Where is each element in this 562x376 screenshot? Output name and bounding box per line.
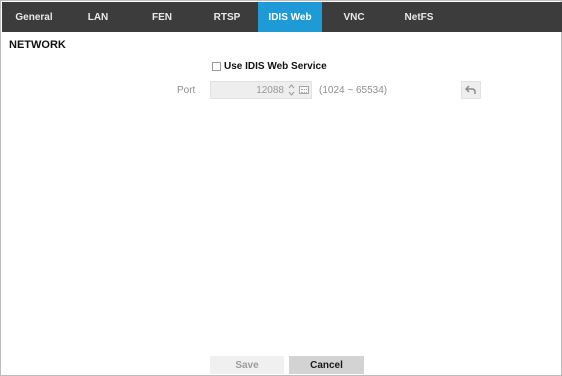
tab-bar: General LAN FEN RTSP IDIS Web VNC NetFS	[2, 2, 562, 32]
save-button[interactable]: Save	[210, 356, 284, 374]
network-settings-panel: General LAN FEN RTSP IDIS Web VNC NetFS …	[0, 0, 562, 376]
port-label: Port	[177, 85, 196, 96]
tab-vnc[interactable]: VNC	[322, 2, 386, 32]
undo-button[interactable]	[461, 81, 481, 99]
section-title: NETWORK	[9, 39, 66, 51]
use-web-service-option[interactable]: Use IDIS Web Service	[212, 60, 327, 72]
use-web-service-label: Use IDIS Web Service	[224, 60, 327, 72]
port-value: 12088	[256, 85, 284, 96]
keyboard-icon[interactable]	[299, 86, 309, 94]
tab-fen[interactable]: FEN	[130, 2, 194, 32]
port-input[interactable]: 12088	[210, 81, 312, 99]
undo-arrow-icon	[465, 85, 476, 94]
cancel-button[interactable]: Cancel	[289, 356, 364, 374]
tab-rtsp[interactable]: RTSP	[195, 2, 259, 32]
use-web-service-checkbox[interactable]	[212, 61, 221, 71]
tab-general[interactable]: General	[2, 2, 66, 32]
tab-netfs[interactable]: NetFS	[387, 2, 451, 32]
tab-idis-web[interactable]: IDIS Web	[258, 2, 322, 32]
port-range-hint: (1024 ~ 65534)	[319, 85, 388, 96]
tab-lan[interactable]: LAN	[66, 2, 130, 32]
spin-arrows-icon[interactable]	[288, 83, 295, 97]
